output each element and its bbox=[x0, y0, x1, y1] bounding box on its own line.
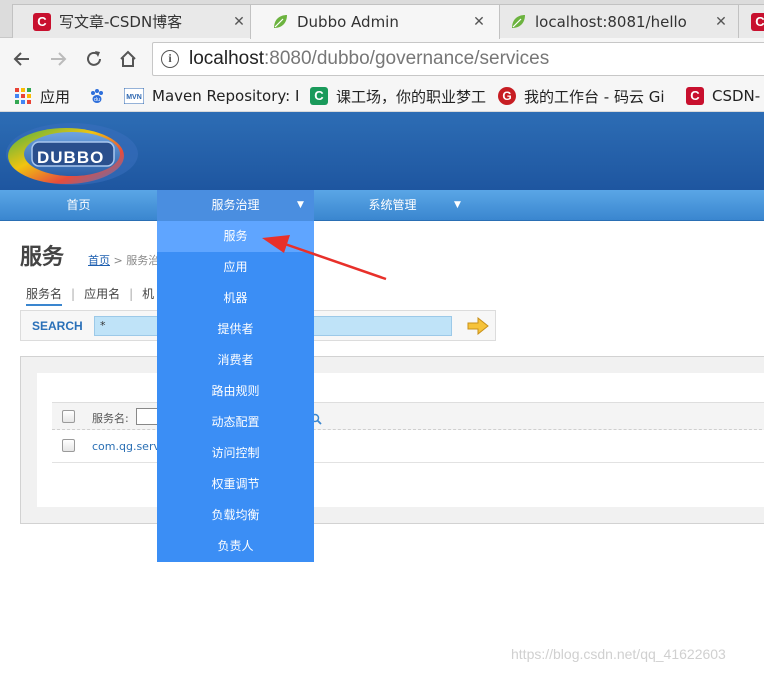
tab-title: 写文章-CSDN博客 bbox=[59, 13, 183, 31]
tab-csdn-editor[interactable]: C 写文章-CSDN博客 ✕ bbox=[12, 4, 260, 38]
nav-item-home[interactable]: 首页 bbox=[0, 190, 157, 221]
gitee-icon: G bbox=[498, 87, 516, 105]
url-bar[interactable]: i localhost:8080/dubbo/governance/servic… bbox=[152, 42, 764, 76]
bookmark-label: 我的工作台 - 码云 Gi bbox=[524, 87, 665, 106]
column-header-service: 服务名: bbox=[92, 412, 129, 425]
browser-window: C 写文章-CSDN博客 ✕ Dubbo Admin ✕ localhost:8… bbox=[0, 0, 764, 673]
bookmark-baidu[interactable]: du bbox=[88, 84, 114, 108]
tab-strip: C 写文章-CSDN博客 ✕ Dubbo Admin ✕ localhost:8… bbox=[0, 0, 764, 39]
nav-item-service-governance[interactable]: 服务治理 ▼ bbox=[157, 190, 314, 221]
bookmark-maven[interactable]: MVN Maven Repository: I bbox=[124, 84, 299, 108]
subtab-separator: | bbox=[129, 287, 134, 301]
subtab-separator: | bbox=[71, 287, 76, 301]
breadcrumb-home-link[interactable]: 首页 bbox=[88, 254, 110, 267]
kgc-icon: C bbox=[310, 87, 328, 105]
bookmark-label: 应用 bbox=[40, 87, 71, 106]
menu-item-consumers[interactable]: 消费者 bbox=[157, 345, 314, 376]
search-label: SEARCH bbox=[32, 319, 83, 333]
baidu-paw-icon: du bbox=[88, 87, 106, 105]
csdn-icon: C bbox=[751, 12, 764, 31]
subtabs: 服务名 | 应用名 | 机 bbox=[26, 285, 154, 306]
menu-item-weight-adjust[interactable]: 权重调节 bbox=[157, 469, 314, 500]
svg-text:MVN: MVN bbox=[126, 94, 142, 101]
home-icon[interactable] bbox=[116, 47, 140, 71]
row-checkbox[interactable] bbox=[62, 439, 75, 452]
nav-item-system-admin[interactable]: 系统管理 ▼ bbox=[314, 190, 471, 221]
subtab-machine[interactable]: 机 bbox=[142, 287, 154, 301]
tab-dubbo-admin[interactable]: Dubbo Admin ✕ bbox=[250, 4, 500, 39]
mvn-icon: MVN bbox=[124, 87, 144, 105]
spring-leaf-icon bbox=[509, 13, 527, 31]
results-panel: 服务名: com.qg.serv bbox=[20, 356, 764, 524]
url-host: localhost bbox=[189, 48, 264, 69]
page-title: 服务 bbox=[20, 245, 65, 270]
tab-localhost-hello[interactable]: localhost:8081/hello ✕ bbox=[488, 4, 742, 38]
bookmark-gitee[interactable]: G 我的工作台 - 码云 Gi bbox=[498, 84, 665, 108]
reload-icon[interactable] bbox=[82, 47, 106, 71]
forward-icon[interactable] bbox=[46, 47, 70, 71]
menu-item-load-balance[interactable]: 负载均衡 bbox=[157, 500, 314, 531]
menu-item-dynamic-config[interactable]: 动态配置 bbox=[157, 407, 314, 438]
results-inner: 服务名: com.qg.serv bbox=[37, 373, 764, 507]
apps-grid-icon bbox=[14, 87, 32, 105]
main-nav: 首页 服务治理 ▼ 系统管理 ▼ bbox=[0, 190, 764, 221]
dubbo-logo[interactable]: DUBBO bbox=[4, 120, 144, 186]
breadcrumb-rest: > 服务治 bbox=[110, 254, 160, 267]
bookmark-kgc[interactable]: C 课工场，你的职业梦工 bbox=[310, 84, 486, 108]
menu-item-access-control[interactable]: 访问控制 bbox=[157, 438, 314, 469]
bookmark-label: CSDN- bbox=[712, 87, 761, 105]
caret-down-icon: ▼ bbox=[297, 200, 304, 210]
app-banner: DUBBO bbox=[0, 112, 764, 190]
address-toolbar: i localhost:8080/dubbo/governance/servic… bbox=[0, 38, 764, 80]
bookmark-apps[interactable]: 应用 bbox=[14, 84, 70, 108]
nav-label: 服务治理 bbox=[211, 198, 260, 212]
close-icon[interactable]: ✕ bbox=[227, 14, 251, 30]
tab-title: Dubbo Admin bbox=[297, 13, 399, 31]
logo-text: DUBBO bbox=[37, 148, 105, 167]
subtab-service-name[interactable]: 服务名 bbox=[26, 285, 63, 306]
subtab-app-name[interactable]: 应用名 bbox=[84, 287, 120, 301]
close-icon[interactable]: ✕ bbox=[467, 14, 491, 30]
search-arrow-icon[interactable] bbox=[467, 316, 489, 336]
svg-text:du: du bbox=[94, 97, 100, 103]
bookmarks-bar: 应用 du MVN Maven Repository: I C 课工场，你的职业… bbox=[0, 80, 764, 112]
back-icon[interactable] bbox=[10, 47, 34, 71]
close-icon[interactable]: ✕ bbox=[709, 14, 733, 30]
spring-leaf-icon bbox=[271, 13, 289, 31]
menu-item-routing-rules[interactable]: 路由规则 bbox=[157, 376, 314, 407]
csdn-icon: C bbox=[33, 12, 51, 31]
info-icon[interactable]: i bbox=[161, 50, 179, 68]
tab-title: localhost:8081/hello bbox=[535, 12, 687, 31]
bookmark-label: 课工场，你的职业梦工 bbox=[336, 87, 487, 106]
select-all-checkbox[interactable] bbox=[62, 410, 75, 423]
menu-item-owner[interactable]: 负责人 bbox=[157, 531, 314, 562]
caret-down-icon: ▼ bbox=[454, 200, 461, 210]
url-path: :8080/dubbo/governance/services bbox=[264, 48, 550, 69]
service-link[interactable]: com.qg.serv bbox=[92, 440, 160, 453]
tab-partial[interactable]: C bbox=[738, 4, 764, 38]
menu-item-machines[interactable]: 机器 bbox=[157, 283, 314, 314]
menu-item-providers[interactable]: 提供者 bbox=[157, 314, 314, 345]
annotation-arrow-icon bbox=[262, 235, 387, 281]
main-content: 服务 首页 > 服务治 服务名|应用名|机 SEARCH * 服务名: bbox=[0, 221, 764, 673]
csdn-icon: C bbox=[686, 87, 704, 105]
watermark: https://blog.csdn.net/qq_41622603 bbox=[511, 646, 726, 662]
bookmark-label: Maven Repository: I bbox=[152, 87, 300, 105]
breadcrumb: 首页 > 服务治 bbox=[88, 252, 159, 268]
bookmark-csdn[interactable]: C CSDN- bbox=[686, 84, 760, 108]
nav-label: 系统管理 bbox=[368, 198, 417, 212]
